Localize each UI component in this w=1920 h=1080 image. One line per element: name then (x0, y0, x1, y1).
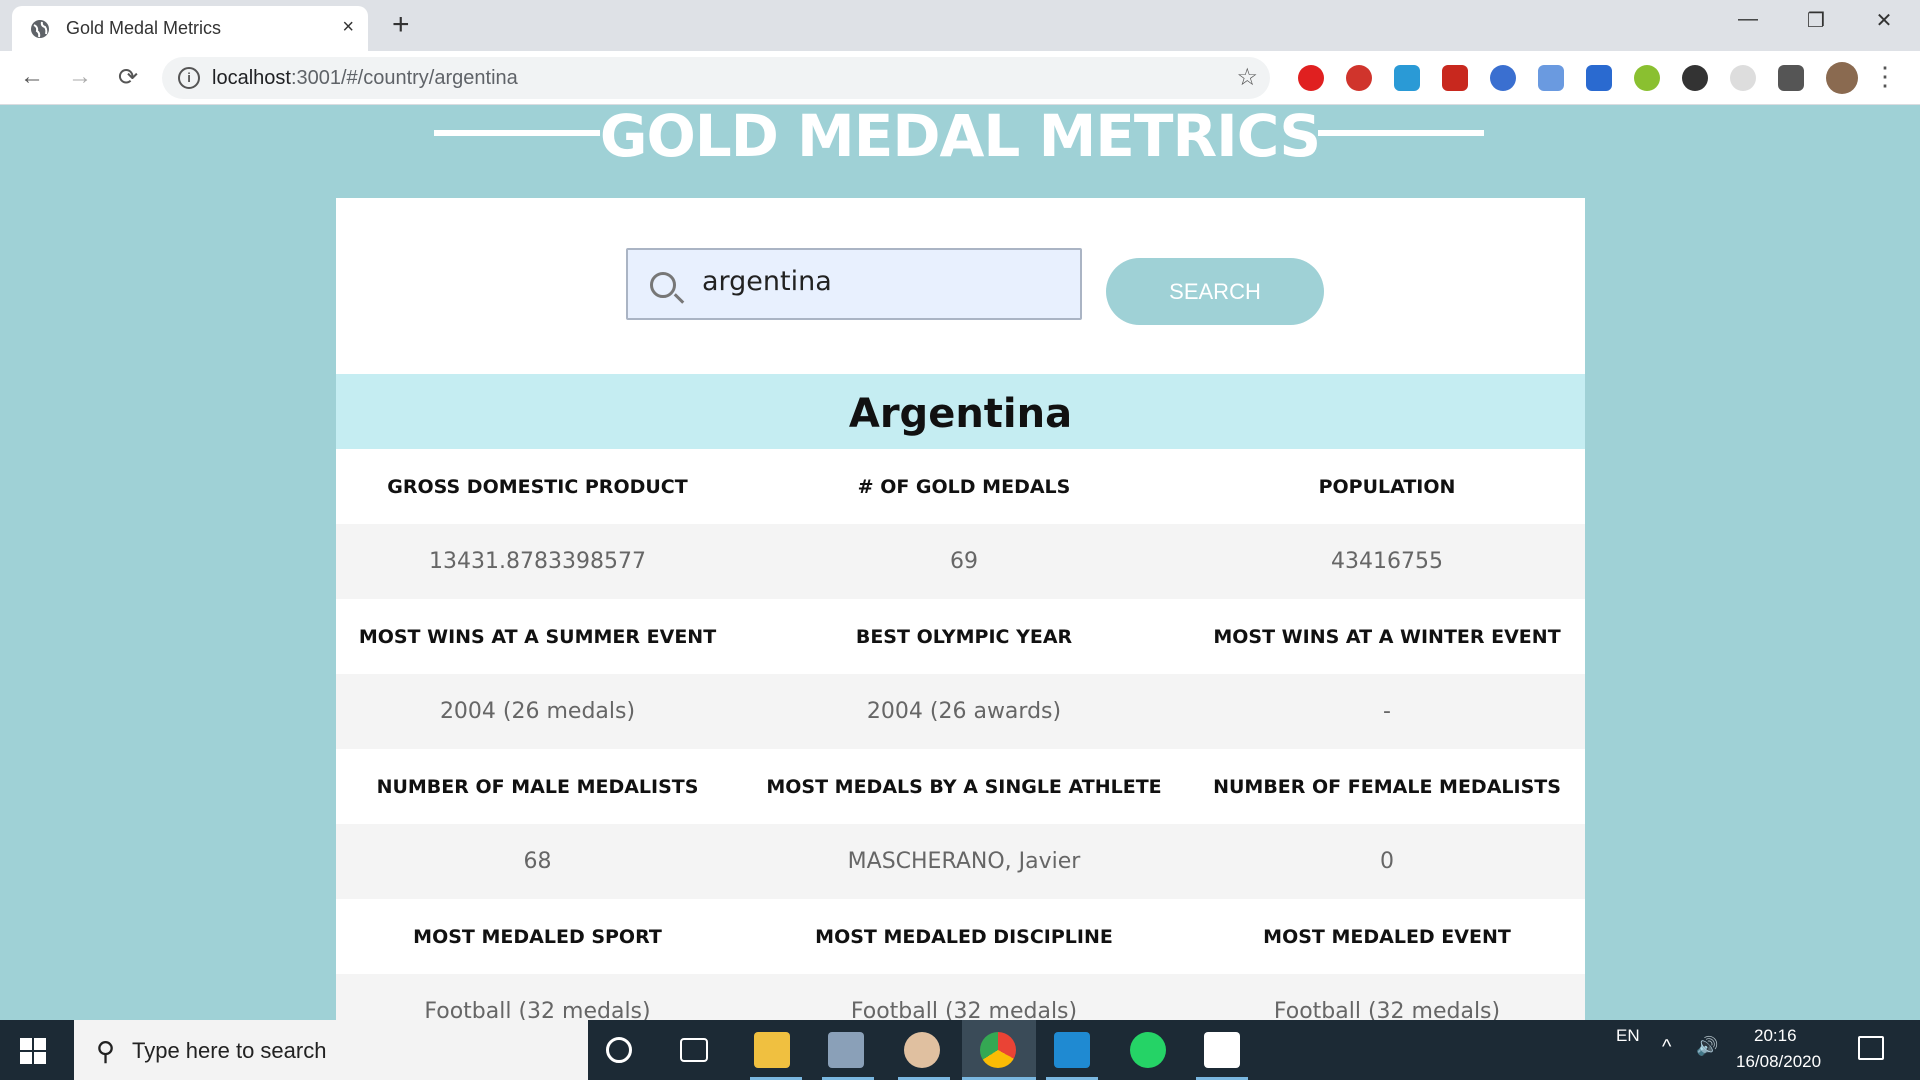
vscode-icon[interactable] (1054, 1032, 1090, 1068)
metric-value: 0 (1380, 849, 1394, 874)
menu-icon[interactable]: ⋮ (1872, 63, 1898, 89)
language-indicator[interactable]: EN (1616, 1026, 1640, 1046)
metrics-grid: GROSS DOMESTIC PRODUCT # OF GOLD MEDALS … (336, 449, 1585, 1020)
label-row: MOST WINS AT A SUMMER EVENT BEST OLYMPIC… (336, 599, 1585, 674)
grid-ext-icon[interactable] (1586, 65, 1612, 91)
new-tab-button[interactable]: + (392, 8, 410, 42)
minimize-button[interactable]: — (1728, 8, 1768, 31)
opera-ext-icon[interactable] (1298, 65, 1324, 91)
country-header: Argentina (336, 374, 1585, 449)
country-name: Argentina (848, 391, 1073, 437)
restore-button[interactable]: ❐ (1796, 8, 1836, 33)
page-title: GOLD MEDAL METRICS (599, 102, 1321, 170)
cortana-icon[interactable] (606, 1037, 632, 1063)
label-row: GROSS DOMESTIC PRODUCT # OF GOLD MEDALS … (336, 449, 1585, 524)
monitor-app-icon[interactable] (828, 1032, 864, 1068)
metric-label: NUMBER OF FEMALE MEDALISTS (1213, 775, 1561, 798)
metric-label: # OF GOLD MEDALS (857, 475, 1071, 498)
volume-icon[interactable]: 🔊 (1696, 1036, 1718, 1057)
value-row: 68 MASCHERANO, Javier 0 (336, 824, 1585, 899)
adblock-ext-icon[interactable] (1346, 65, 1372, 91)
metric-label: BEST OLYMPIC YEAR (855, 625, 1073, 648)
reload-button[interactable]: ⟳ (112, 63, 144, 92)
metric-label: MOST WINS AT A SUMMER EVENT (358, 625, 717, 648)
globe-icon (31, 20, 49, 38)
clock-date[interactable]: 16/08/2020 (1736, 1052, 1821, 1072)
paint-ext-icon[interactable] (1442, 65, 1468, 91)
task-view-icon[interactable] (680, 1038, 708, 1062)
metric-value: 2004 (26 medals) (439, 699, 636, 724)
metric-label: MOST MEDALED SPORT (413, 925, 662, 948)
value-row: Football (32 medals) Football (32 medals… (336, 974, 1585, 1020)
record-ext-icon[interactable] (1730, 65, 1756, 91)
search-button[interactable]: SEARCH (1106, 258, 1324, 325)
circle-ext-icon[interactable] (1490, 65, 1516, 91)
metric-value: 43416755 (1331, 549, 1443, 574)
search-input[interactable] (702, 266, 1062, 297)
metric-label: MOST MEDALS BY A SINGLE ATHLETE (766, 775, 1162, 798)
metric-label: NUMBER OF MALE MEDALISTS (376, 775, 699, 798)
metric-label: MOST MEDALED EVENT (1263, 925, 1511, 948)
value-row: 2004 (26 medals) 2004 (26 awards) - (336, 674, 1585, 749)
windows-start-icon[interactable] (20, 1038, 46, 1064)
metric-value: Football (32 medals) (850, 999, 1078, 1020)
whatsapp-icon[interactable] (1130, 1032, 1166, 1068)
url-text[interactable]: localhost:3001/#/country/argentina (212, 67, 518, 90)
screen-ext-icon[interactable] (1394, 65, 1420, 91)
metric-value: 2004 (26 awards) (866, 699, 1062, 724)
taskbar-search[interactable]: ⚲ Type here to search (74, 1020, 588, 1080)
notification-icon[interactable] (1858, 1036, 1884, 1060)
window-ext-icon[interactable] (1538, 65, 1564, 91)
clock-time[interactable]: 20:16 (1754, 1026, 1797, 1046)
label-row: NUMBER OF MALE MEDALISTS MOST MEDALS BY … (336, 749, 1585, 824)
file-explorer-icon[interactable] (754, 1032, 790, 1068)
taskbar: ⚲ Type here to search EN ^ 🔊 20:16 16/08… (0, 1020, 1920, 1080)
metric-value: 13431.8783398577 (429, 549, 646, 574)
avatar[interactable] (1826, 62, 1858, 94)
taskbar-search-placeholder: Type here to search (132, 1038, 327, 1063)
metrics-card: SEARCH Argentina GROSS DOMESTIC PRODUCT … (336, 198, 1585, 1020)
close-tab-icon[interactable]: × (342, 16, 354, 39)
search-icon: ⚲ (96, 1036, 116, 1066)
info-icon[interactable]: i (178, 67, 200, 89)
chevron-up-icon[interactable]: ^ (1662, 1036, 1671, 1059)
metric-value: 68 (523, 849, 552, 874)
metric-label: GROSS DOMESTIC PRODUCT (387, 475, 688, 498)
browser-toolbar: ← → ⟳ i localhost:3001/#/country/argenti… (0, 51, 1920, 105)
metric-value: - (1383, 699, 1391, 724)
label-row: MOST MEDALED SPORT MOST MEDALED DISCIPLI… (336, 899, 1585, 974)
paint-app-icon[interactable] (904, 1032, 940, 1068)
search-field[interactable] (626, 248, 1082, 320)
search-icon (650, 272, 676, 298)
bookmark-star-icon[interactable]: ☆ (1236, 63, 1258, 92)
pin-ext-icon[interactable] (1634, 65, 1660, 91)
close-window-button[interactable]: ✕ (1864, 8, 1904, 33)
chrome-icon[interactable] (980, 1032, 1016, 1068)
browser-tab[interactable]: Gold Medal Metrics × (12, 6, 368, 51)
metric-label: POPULATION (1318, 475, 1456, 498)
tab-strip: Gold Medal Metrics × + — ❐ ✕ (0, 0, 1920, 51)
puzzle-icon[interactable] (1778, 65, 1804, 91)
forward-button[interactable]: → (64, 63, 96, 91)
value-row: 13431.8783398577 69 43416755 (336, 524, 1585, 599)
moon-ext-icon[interactable] (1682, 65, 1708, 91)
back-button[interactable]: ← (16, 63, 48, 91)
metric-value: Football (32 medals) (424, 999, 651, 1020)
metric-value: Football (32 medals) (1273, 999, 1501, 1020)
metric-label: MOST MEDALED DISCIPLINE (815, 925, 1113, 948)
address-bar[interactable]: i localhost:3001/#/country/argentina ☆ (162, 57, 1270, 99)
typora-icon[interactable] (1204, 1032, 1240, 1068)
metric-label: MOST WINS AT A WINTER EVENT (1213, 625, 1561, 648)
metric-value: 69 (950, 549, 978, 574)
metric-value: MASCHERANO, Javier (847, 849, 1081, 874)
tab-title: Gold Medal Metrics (66, 18, 222, 38)
